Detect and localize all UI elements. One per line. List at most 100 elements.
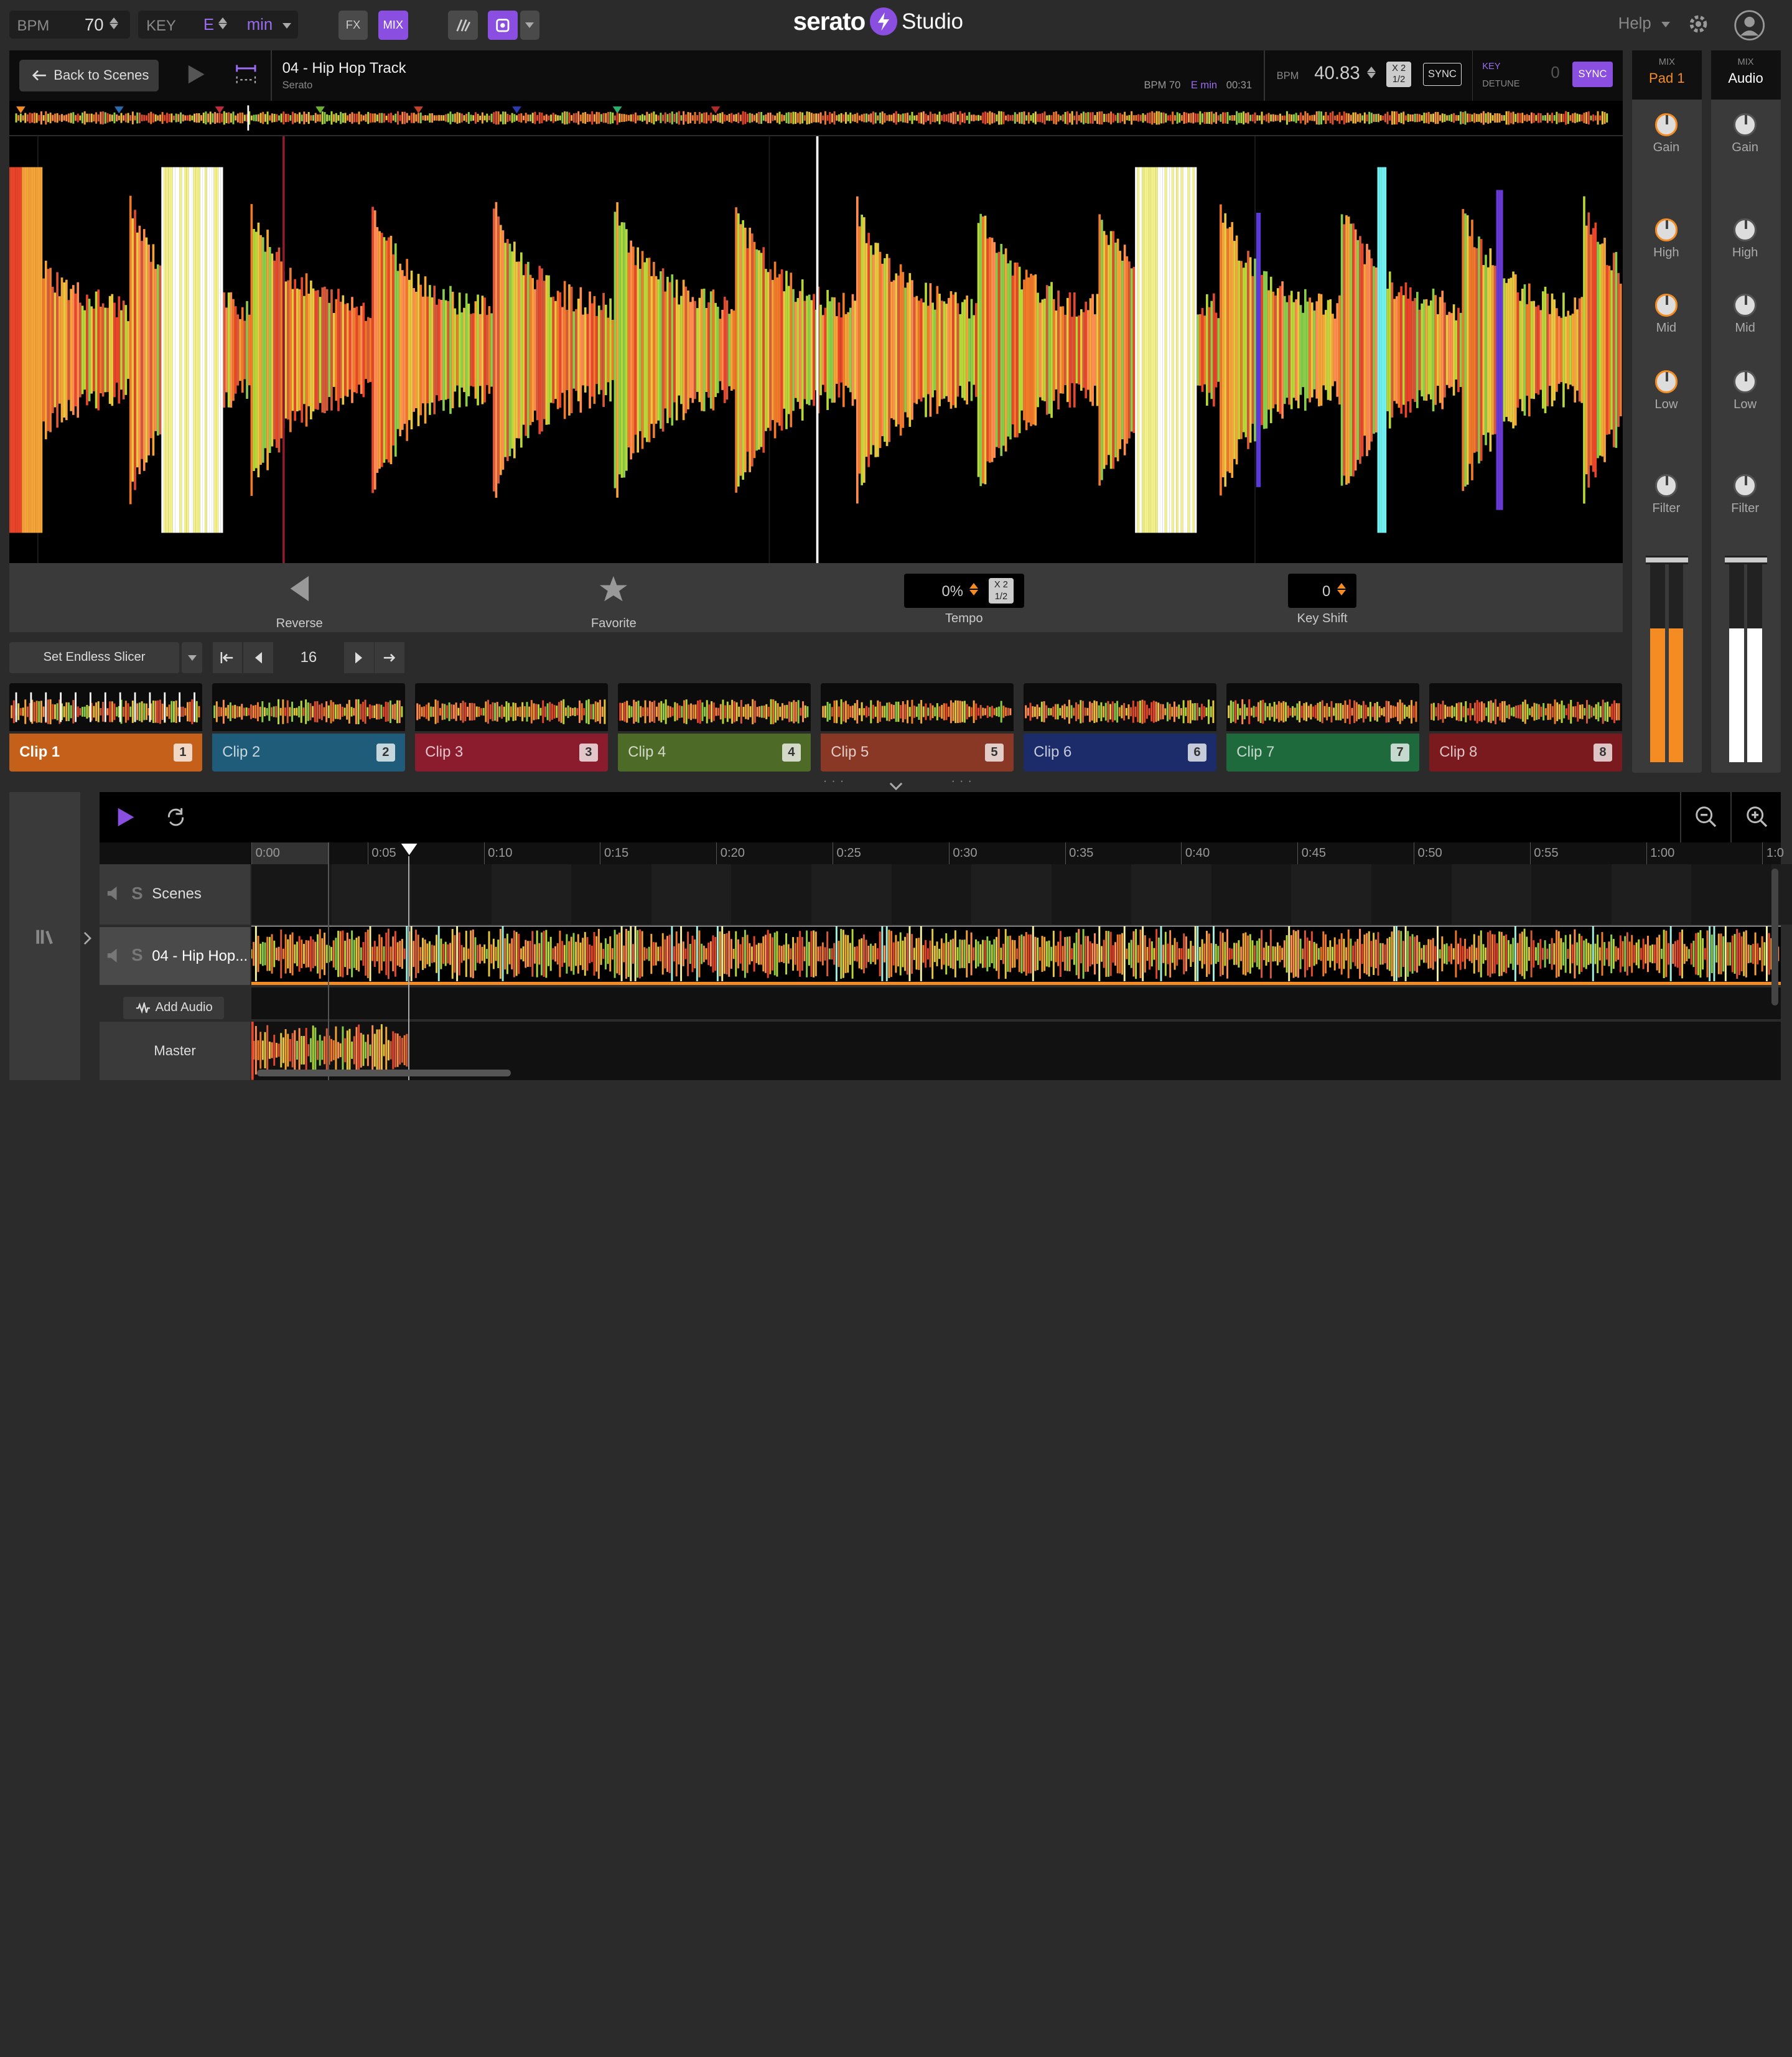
plugin-icon[interactable]	[488, 10, 518, 40]
pad-low-knob[interactable]: Low	[1632, 370, 1701, 412]
help-menu[interactable]: Help	[1618, 15, 1670, 33]
key-control[interactable]: KEY E min	[138, 10, 299, 39]
pad-filter-knob[interactable]: Filter	[1632, 474, 1701, 516]
deck-bpm-value[interactable]: 40.83	[1314, 63, 1360, 84]
deck-key-label: KEY	[1482, 62, 1501, 72]
clip-number: 2	[376, 743, 395, 762]
audio-filter-knob[interactable]: Filter	[1711, 474, 1780, 516]
slice-count[interactable]: 16	[274, 642, 343, 673]
clip-label: Clip 1	[19, 744, 60, 761]
loop-range-icon[interactable]	[235, 60, 258, 93]
clip-pad-8[interactable]: Clip 8 8	[1429, 683, 1623, 772]
speaker-icon[interactable]	[106, 885, 120, 902]
audio-meter-left	[1729, 556, 1744, 763]
playhead-line	[408, 856, 409, 1080]
reverse-button[interactable]: Reverse	[254, 575, 345, 631]
audio-gain-knob[interactable]: Gain	[1711, 113, 1780, 155]
clip-pad-3[interactable]: Clip 3 3	[414, 683, 609, 772]
fx-button[interactable]: FX	[338, 10, 368, 40]
audio-lane[interactable]	[251, 925, 1781, 986]
tempo-multiply-button[interactable]: X 2 1/2	[988, 578, 1014, 604]
play-icon[interactable]	[187, 64, 205, 90]
add-audio-button[interactable]: Add Audio	[123, 996, 224, 1020]
gear-icon[interactable]	[1688, 14, 1709, 39]
slice-first-button[interactable]	[212, 642, 243, 673]
audio-track-label: 04 - Hip Hop...	[152, 947, 248, 964]
pad-mid-knob[interactable]: Mid	[1632, 294, 1701, 335]
arrow-left-icon	[32, 70, 46, 81]
clip-pad-1[interactable]: Clip 1 1	[9, 683, 203, 772]
clip-pad-6[interactable]: Clip 6 6	[1023, 683, 1217, 772]
zoom-in-icon[interactable]	[1746, 806, 1769, 829]
slicer-mode-dropdown[interactable]	[182, 642, 203, 673]
plugin-dropdown-icon[interactable]	[520, 10, 539, 40]
audio-solo[interactable]: S	[131, 945, 142, 965]
favorite-button[interactable]: Favorite	[568, 575, 660, 631]
user-icon[interactable]	[1734, 9, 1765, 46]
key-stepper[interactable]	[218, 17, 227, 30]
mix-button[interactable]: MIX	[378, 10, 408, 40]
bpm-value[interactable]: 70	[85, 15, 104, 35]
main-waveform[interactable]	[9, 136, 1623, 564]
tempo-control[interactable]: 0% X 2 1/2	[903, 574, 1024, 609]
clip-label: Clip 6	[1034, 744, 1072, 761]
audio-volume-fader[interactable]	[1724, 555, 1767, 565]
pad-gain-knob[interactable]: Gain	[1632, 113, 1701, 155]
clip-pad-2[interactable]: Clip 2 2	[212, 683, 406, 772]
bpm-half[interactable]: 1/2	[1386, 74, 1411, 85]
slice-next-button[interactable]	[343, 642, 374, 673]
speaker-icon[interactable]	[106, 948, 120, 964]
horizontal-scrollbar[interactable]	[257, 1070, 511, 1077]
audio-mid-knob[interactable]: Mid	[1711, 294, 1780, 335]
arrangement-play-icon[interactable]	[116, 806, 136, 829]
expand-chevron-icon[interactable]	[83, 931, 93, 945]
zoom-out-icon[interactable]	[1695, 806, 1718, 829]
tempo-x2[interactable]: X 2	[989, 579, 1014, 590]
time-tick: 0:05	[367, 842, 396, 864]
key-mode[interactable]: min	[247, 16, 273, 34]
arrow-right-icon	[384, 653, 396, 662]
deck-bpm-stepper[interactable]	[1366, 66, 1376, 79]
tempo-stepper[interactable]	[969, 582, 978, 595]
bpm-control[interactable]: BPM 70	[9, 10, 131, 39]
pad-volume-fader[interactable]	[1645, 555, 1688, 565]
track-overview[interactable]	[9, 100, 1623, 135]
time-tick: 0:35	[1065, 842, 1093, 864]
audio-mix-label: MIX	[1737, 57, 1754, 67]
key-value[interactable]: E	[203, 16, 214, 34]
scenes-label: Scenes	[152, 885, 202, 903]
slice-last-button[interactable]	[375, 642, 405, 673]
slice-prev-button[interactable]	[243, 642, 273, 673]
audio-low-knob[interactable]: Low	[1711, 370, 1780, 412]
slicer-mode-button[interactable]: Set Endless Slicer	[9, 642, 180, 673]
playhead-marker-icon[interactable]	[400, 842, 418, 856]
scenes-lane[interactable]	[251, 864, 1792, 925]
tempo-value[interactable]: 0%	[941, 583, 963, 600]
clip-pad-7[interactable]: Clip 7 7	[1226, 683, 1420, 772]
loop-icon[interactable]	[166, 807, 186, 828]
tempo-half[interactable]: 1/2	[989, 591, 1014, 602]
clip-pad-4[interactable]: Clip 4 4	[617, 683, 811, 772]
key-sync-button[interactable]: SYNC	[1572, 62, 1613, 87]
key-shift-control[interactable]: 0	[1287, 574, 1357, 609]
clip-pad-5[interactable]: Clip 5 5	[820, 683, 1014, 772]
lightning-icon	[869, 7, 897, 35]
time-ruler[interactable]	[99, 842, 1781, 864]
audio-high-knob[interactable]: High	[1711, 218, 1780, 260]
keyshift-stepper[interactable]	[1337, 582, 1346, 595]
detune-value[interactable]: 0	[1551, 64, 1559, 82]
keyshift-value[interactable]: 0	[1322, 583, 1330, 600]
bpm-x2[interactable]: X 2	[1386, 63, 1411, 74]
library-toggle-panel[interactable]	[9, 791, 80, 1080]
bpm-sync-button[interactable]: SYNC	[1422, 63, 1462, 86]
vertical-scrollbar[interactable]	[1771, 868, 1778, 1006]
back-to-scenes-button[interactable]: Back to Scenes	[19, 59, 159, 91]
pad-high-knob[interactable]: High	[1632, 218, 1701, 260]
bpm-stepper[interactable]	[110, 17, 119, 30]
scenes-solo[interactable]: S	[131, 884, 142, 903]
bpm-multiply-button[interactable]: X 2 1/2	[1386, 62, 1412, 87]
drums-icon[interactable]	[447, 10, 478, 40]
chevron-down-icon[interactable]	[282, 22, 291, 29]
clip-waveform	[617, 683, 811, 732]
pad-name: Pad 1	[1649, 70, 1685, 86]
